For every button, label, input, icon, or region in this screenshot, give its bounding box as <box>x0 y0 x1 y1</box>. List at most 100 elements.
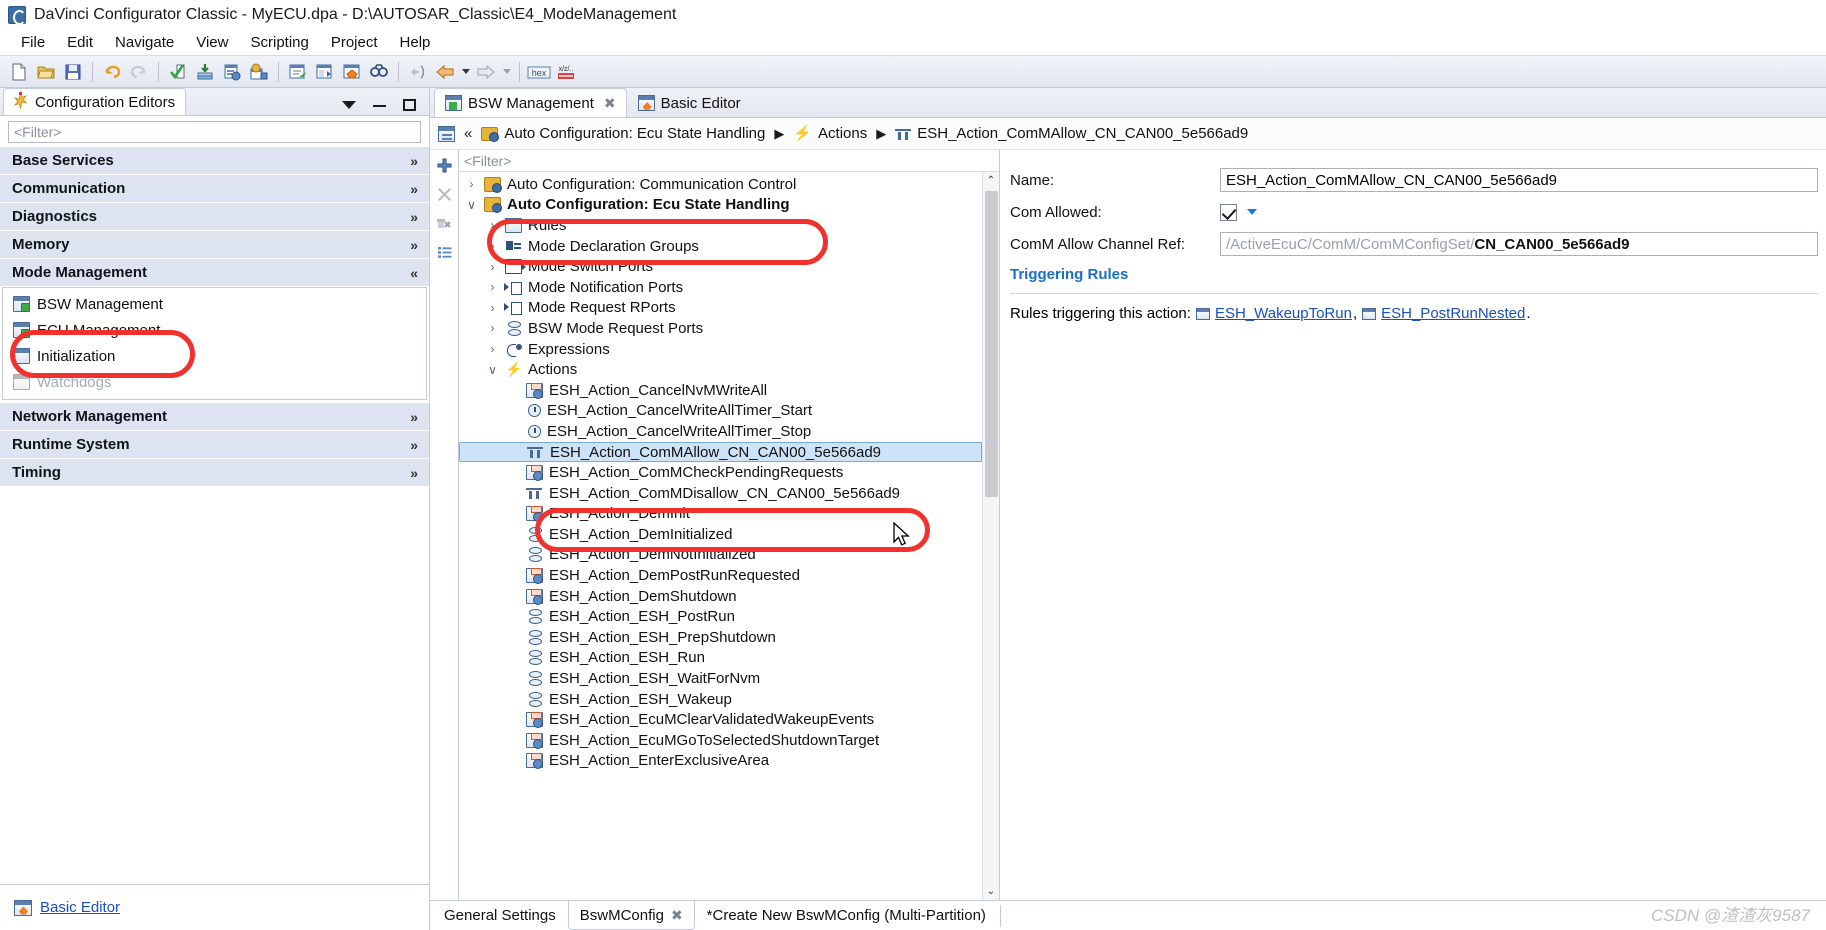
scroll-down-icon[interactable]: ⌄ <box>983 883 1000 900</box>
channel-ref-input[interactable]: /ActiveEcuC/ComM/ComMConfigSet/CN_CAN00_… <box>1220 232 1818 256</box>
open-editor-icon[interactable] <box>285 59 311 85</box>
update-icon[interactable] <box>192 59 218 85</box>
chevron-down-icon[interactable]: ∨ <box>465 199 478 211</box>
undo-icon[interactable] <box>99 59 125 85</box>
chevron-right-icon[interactable]: › <box>486 219 499 231</box>
configuration-editors-tab[interactable]: Configuration Editors <box>3 88 187 115</box>
tree-node[interactable]: › Rules <box>459 215 982 236</box>
tree-node[interactable]: ESH_Action_ESH_PostRun <box>459 606 982 627</box>
tree-node[interactable]: ESH_Action_ComMCheckPendingRequests <box>459 462 982 483</box>
tree-node[interactable]: › BSW Mode Request Ports <box>459 318 982 339</box>
tree-node[interactable]: ESH_Action_DemNotInitialized <box>459 545 982 566</box>
compare-icon[interactable] <box>312 59 338 85</box>
sidebar-item-initialization[interactable]: Initialization <box>3 343 426 369</box>
chevron-right-icon[interactable]: › <box>486 302 499 314</box>
tree-node[interactable]: ESH_Action_CancelWriteAllTimer_Start <box>459 401 982 422</box>
tree-node[interactable]: › Mode Switch Ports <box>459 256 982 277</box>
tab-create-new-bswmconfig[interactable]: *Create New BswMConfig (Multi-Partition) <box>695 901 998 930</box>
delete-icon[interactable] <box>434 185 454 203</box>
forward-icon[interactable] <box>473 59 499 85</box>
tree-node[interactable]: ESH_Action_ESH_PrepShutdown <box>459 627 982 648</box>
caret-down-icon[interactable] <box>1247 209 1257 215</box>
tab-bswmconfig[interactable]: BswMConfig ✖ <box>567 901 695 930</box>
section-runtime-system[interactable]: Runtime System » <box>0 431 429 459</box>
hex-icon[interactable]: hex <box>526 59 552 85</box>
menu-view[interactable]: View <box>185 32 239 53</box>
find-icon[interactable] <box>366 59 392 85</box>
section-network-management[interactable]: Network Management » <box>0 403 429 431</box>
tree-node[interactable]: ESH_Action_CancelNvMWriteAll <box>459 380 982 401</box>
new-icon[interactable] <box>6 59 32 85</box>
scrollbar-thumb[interactable] <box>984 191 998 497</box>
tree-node[interactable]: ESH_Action_EcuMClearValidatedWakeupEvent… <box>459 709 982 730</box>
tree-node[interactable]: ESH_Action_DemInitialized <box>459 524 982 545</box>
generate-icon[interactable] <box>219 59 245 85</box>
forward-dropdown-icon[interactable] <box>500 59 513 85</box>
tree-node[interactable]: ESH_Action_DemShutdown <box>459 586 982 607</box>
scroll-up-icon[interactable]: ⌃ <box>983 172 1000 189</box>
tree-node[interactable]: › Auto Configuration: Communication Contr… <box>459 174 982 195</box>
chevron-right-icon[interactable]: › <box>465 178 478 190</box>
section-memory[interactable]: Memory » <box>0 231 429 259</box>
tree-node[interactable]: ESH_Action_ESH_WaitForNvm <box>459 668 982 689</box>
basic-editor-icon[interactable] <box>339 59 365 85</box>
tab-general-settings[interactable]: General Settings <box>432 901 568 930</box>
tab-bsw-management[interactable]: BSW Management ✖ <box>434 88 627 117</box>
tree-node[interactable]: › Mode Request RPorts <box>459 298 982 319</box>
left-filter-input[interactable]: <Filter> <box>8 121 421 143</box>
section-diagnostics[interactable]: Diagnostics » <box>0 203 429 231</box>
tree-node[interactable]: › Mode Notification Ports <box>459 277 982 298</box>
list-view-icon[interactable] <box>434 243 454 261</box>
maximize-icon[interactable] <box>401 98 417 112</box>
menu-file[interactable]: File <box>10 32 56 53</box>
breadcrumb-item-actions[interactable]: ⚡ Actions <box>793 125 867 142</box>
basic-editor-link[interactable]: Basic Editor <box>40 899 120 916</box>
tab-basic-editor[interactable]: Basic Editor <box>627 88 752 117</box>
link-back-icon[interactable] <box>405 59 431 85</box>
breadcrumb-item-current[interactable]: ESH_Action_ComMAllow_CN_CAN00_5e566ad9 <box>895 125 1248 142</box>
menu-help[interactable]: Help <box>389 32 442 53</box>
breadcrumb-item-auto-configuration[interactable]: Auto Configuration: Ecu State Handling <box>481 125 765 142</box>
section-mode-management[interactable]: Mode Management « <box>0 259 429 287</box>
xyz-icon[interactable]: x/z/.. <box>553 59 579 85</box>
tree-node[interactable]: ESH_Action_DemInit <box>459 504 982 525</box>
sidebar-item-bsw-management[interactable]: BSW Management <box>3 291 426 317</box>
redo-icon[interactable] <box>126 59 152 85</box>
tree-node[interactable]: › Mode Declaration Groups <box>459 236 982 257</box>
minimize-icon[interactable] <box>371 98 387 112</box>
com-allowed-checkbox[interactable] <box>1220 203 1237 221</box>
tree-node[interactable]: ∨ ⚡ Actions <box>459 359 982 380</box>
chevron-right-icon[interactable]: › <box>486 322 499 334</box>
delete-all-icon[interactable] <box>434 214 454 232</box>
tree-node[interactable]: ∨ Auto Configuration: Ecu State Handling <box>459 195 982 216</box>
back-dropdown-icon[interactable] <box>459 59 472 85</box>
tree-node[interactable]: ESH_Action_CancelWriteAllTimer_Stop <box>459 421 982 442</box>
close-icon[interactable]: ✖ <box>604 95 616 112</box>
section-base-services[interactable]: Base Services » <box>0 147 429 175</box>
rule-link-esh-wakeuptorun[interactable]: ESH_WakeupToRun <box>1215 305 1352 322</box>
back-icon[interactable] <box>432 59 458 85</box>
name-input[interactable]: ESH_Action_ComMAllow_CN_CAN00_5e566ad9 <box>1220 168 1818 192</box>
section-communication[interactable]: Communication » <box>0 175 429 203</box>
chevron-right-icon[interactable]: › <box>486 261 499 273</box>
rule-link-esh-postrunnested[interactable]: ESH_PostRunNested <box>1381 305 1525 322</box>
chevron-right-icon[interactable]: › <box>486 240 499 252</box>
menu-project[interactable]: Project <box>320 32 389 53</box>
breadcrumb-collapse-icon[interactable]: « <box>462 125 474 142</box>
menu-scripting[interactable]: Scripting <box>239 32 319 53</box>
chevron-right-icon[interactable]: › <box>486 343 499 355</box>
chevron-right-icon[interactable]: › <box>486 281 499 293</box>
open-icon[interactable] <box>33 59 59 85</box>
tree-node[interactable]: › Expressions <box>459 339 982 360</box>
close-icon[interactable]: ✖ <box>671 907 683 924</box>
tree-filter-input[interactable]: <Filter> <box>459 150 999 172</box>
section-timing[interactable]: Timing » <box>0 459 429 487</box>
chevron-down-icon[interactable]: ∨ <box>486 364 499 376</box>
view-menu-icon[interactable] <box>341 98 357 112</box>
save-icon[interactable] <box>60 59 86 85</box>
tree-node[interactable]: ESH_Action_EcuMGoToSelectedShutdownTarge… <box>459 730 982 751</box>
tree-vertical-scrollbar[interactable]: ⌃ ⌄ <box>982 172 999 900</box>
tree-node[interactable]: ESH_Action_ComMDisallow_CN_CAN00_5e566ad… <box>459 483 982 504</box>
tree-node[interactable]: ESH_Action_DemPostRunRequested <box>459 565 982 586</box>
tree-node[interactable]: ESH_Action_EnterExclusiveArea <box>459 751 982 772</box>
